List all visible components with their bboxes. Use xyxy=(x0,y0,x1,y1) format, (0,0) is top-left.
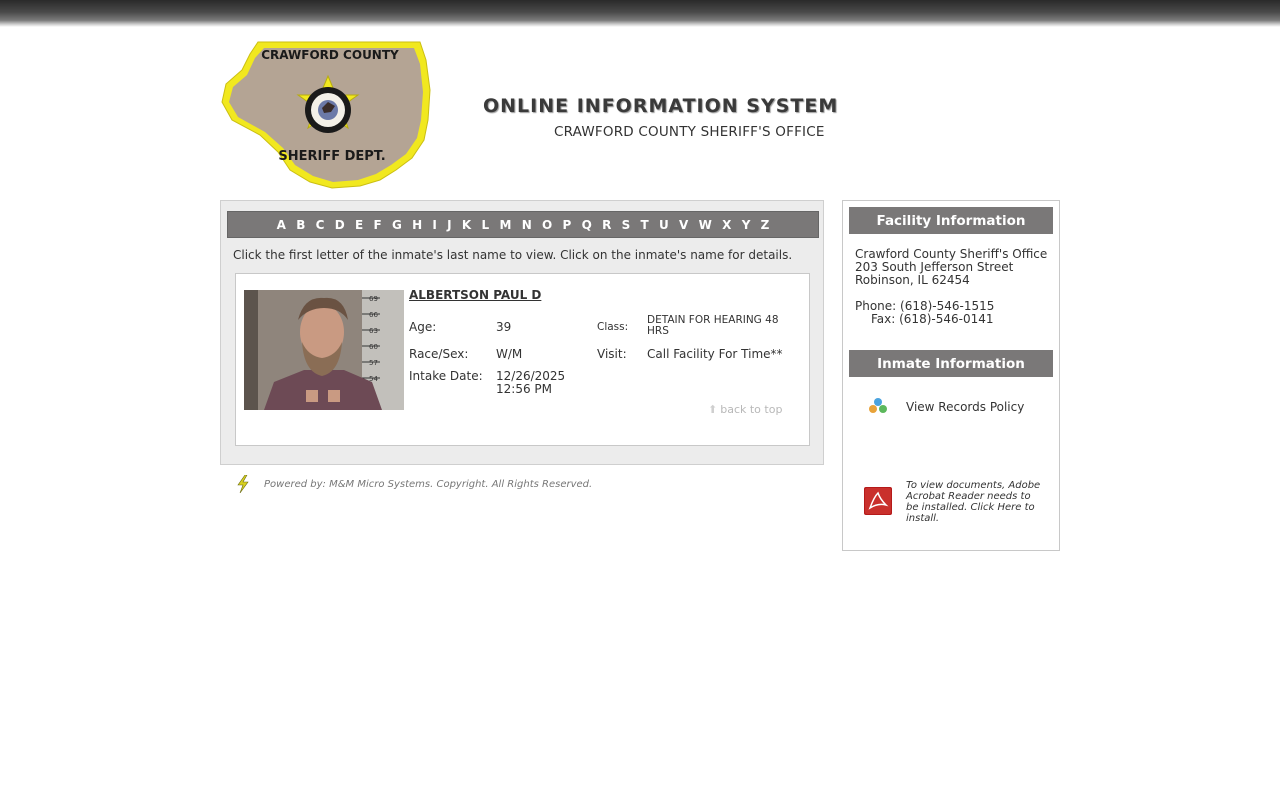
alphabet-nav: ABCDEFGHIJKLMNOPQRSTUVWXYZ xyxy=(227,211,819,238)
letter-link-x[interactable]: X xyxy=(717,218,737,232)
class-label: Class: xyxy=(597,321,629,333)
height-mark: 60 xyxy=(369,343,378,351)
letter-link-t[interactable]: T xyxy=(635,218,653,232)
letter-link-c[interactable]: C xyxy=(311,218,330,232)
class-value: DETAIN FOR HEARING 48 HRS xyxy=(647,314,779,337)
height-mark: 57 xyxy=(369,359,378,367)
letter-link-a[interactable]: A xyxy=(271,218,291,232)
race-sex-value: W/M xyxy=(496,347,523,361)
site-title: ONLINE INFORMATION SYSTEM xyxy=(483,95,839,117)
inmate-card: 69 66 63 60 57 54 ALBERTSON PAUL D Age: … xyxy=(235,273,810,446)
site-subtitle: CRAWFORD COUNTY SHERIFF'S OFFICE xyxy=(554,124,825,140)
top-gradient-bar xyxy=(0,0,1280,27)
letter-link-l[interactable]: L xyxy=(476,218,494,232)
records-policy-icon xyxy=(869,398,887,413)
letter-link-j[interactable]: J xyxy=(442,218,457,232)
letter-link-w[interactable]: W xyxy=(693,218,717,232)
badge-bottom-text: SHERIFF DEPT. xyxy=(278,149,385,164)
inmate-name-link[interactable]: ALBERTSON PAUL D xyxy=(409,288,541,302)
facility-fax: Fax: (618)-546-0141 xyxy=(871,312,994,326)
race-sex-label: Race/Sex: xyxy=(409,347,469,361)
letter-link-u[interactable]: U xyxy=(654,218,674,232)
age-value: 39 xyxy=(496,320,512,334)
sheriff-badge-logo: CRAWFORD COUNTY SHERIFF DEPT. xyxy=(221,41,431,189)
up-arrow-icon: ⬆ xyxy=(708,403,718,416)
letter-link-s[interactable]: S xyxy=(616,218,635,232)
instructions-text: Click the first letter of the inmate's l… xyxy=(233,248,793,262)
footer-copyright: Powered by: M&M Micro Systems. Copyright… xyxy=(264,479,593,490)
mugshot-photo-icon: 69 66 63 60 57 54 xyxy=(244,290,404,410)
height-mark: 69 xyxy=(369,295,378,303)
acrobat-install-link[interactable]: To view documents, Adobe Acrobat Reader … xyxy=(906,480,1041,524)
age-label: Age: xyxy=(409,320,437,334)
letter-link-k[interactable]: K xyxy=(457,218,477,232)
back-to-top-label: back to top xyxy=(720,403,783,416)
letter-link-b[interactable]: B xyxy=(291,218,310,232)
letter-link-f[interactable]: F xyxy=(368,218,386,232)
letter-link-i[interactable]: I xyxy=(427,218,442,232)
letter-link-v[interactable]: V xyxy=(674,218,694,232)
view-records-policy-link[interactable]: View Records Policy xyxy=(906,400,1024,414)
badge-top-text: CRAWFORD COUNTY xyxy=(261,48,399,62)
intake-date-label: Intake Date: xyxy=(409,369,483,383)
letter-link-d[interactable]: D xyxy=(330,218,350,232)
back-to-top-link[interactable]: ⬆ back to top xyxy=(708,403,782,416)
letter-link-h[interactable]: H xyxy=(407,218,427,232)
sidebar: Facility Information Crawford County She… xyxy=(842,200,1060,551)
letter-link-m[interactable]: M xyxy=(494,218,516,232)
letter-link-g[interactable]: G xyxy=(387,218,407,232)
facility-info-header: Facility Information xyxy=(849,207,1053,234)
inmate-photo[interactable]: 69 66 63 60 57 54 xyxy=(244,290,404,410)
letter-link-y[interactable]: Y xyxy=(737,218,756,232)
adobe-pdf-icon[interactable] xyxy=(864,487,892,515)
height-mark: 66 xyxy=(369,311,378,319)
inmate-info-header: Inmate Information xyxy=(849,350,1053,377)
visit-label: Visit: xyxy=(597,347,627,361)
letter-link-q[interactable]: Q xyxy=(576,218,596,232)
letter-link-o[interactable]: O xyxy=(537,218,557,232)
letter-link-n[interactable]: N xyxy=(517,218,537,232)
inmate-list-panel: ABCDEFGHIJKLMNOPQRSTUVWXYZ Click the fir… xyxy=(220,200,824,465)
letter-link-z[interactable]: Z xyxy=(756,218,775,232)
letter-link-e[interactable]: E xyxy=(350,218,368,232)
letter-link-p[interactable]: P xyxy=(557,218,576,232)
lightning-bolt-icon xyxy=(237,475,249,493)
intake-date-value: 12/26/2025 xyxy=(496,369,566,383)
visit-value: Call Facility For Time** xyxy=(647,347,783,361)
letter-link-r[interactable]: R xyxy=(597,218,617,232)
height-mark: 63 xyxy=(369,327,378,335)
facility-address-line2: Robinson, IL 62454 xyxy=(855,273,970,287)
intake-time-value: 12:56 PM xyxy=(496,382,552,396)
